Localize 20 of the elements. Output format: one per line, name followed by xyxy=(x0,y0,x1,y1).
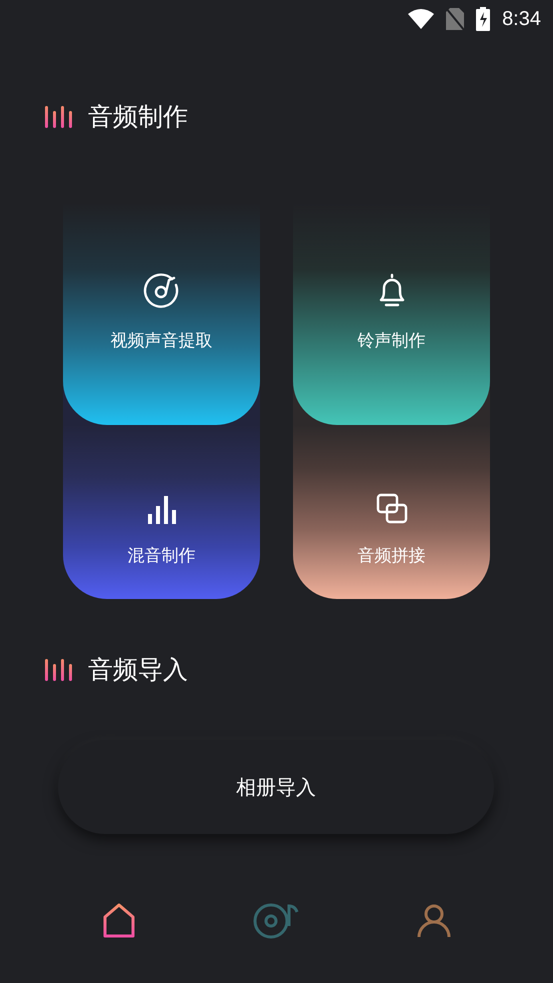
music-disc-icon xyxy=(253,902,300,940)
battery-charging-icon xyxy=(476,7,490,31)
overlap-squares-icon xyxy=(374,492,408,526)
section-title: 音频制作 xyxy=(88,101,188,133)
home-icon xyxy=(102,903,136,939)
section-title: 音频导入 xyxy=(88,654,188,686)
equalizer-icon xyxy=(44,658,72,680)
tool-label: 音频拼接 xyxy=(358,545,426,567)
no-sim-icon xyxy=(446,8,464,30)
tool-card[interactable]: 音频拼接 xyxy=(293,425,490,599)
person-icon xyxy=(416,903,452,939)
tool-label: 混音制作 xyxy=(128,545,196,567)
wifi-icon xyxy=(408,9,434,29)
tool-label: 视频声音提取 xyxy=(110,330,212,352)
tool-card[interactable]: 混音制作 xyxy=(63,425,260,599)
equalizer-icon xyxy=(44,106,72,128)
clock-time: 8:34 xyxy=(502,8,541,30)
album-import-button[interactable]: 相册导入 xyxy=(58,740,494,834)
bar-chart-icon xyxy=(146,494,178,526)
tool-label: 铃声制作 xyxy=(358,330,426,352)
